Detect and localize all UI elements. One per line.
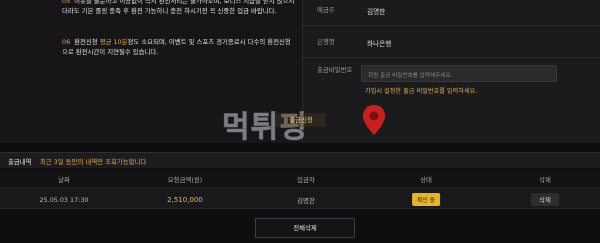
notice-item: 05 이유를 불문하고 이용없이 즉시 환전처리는 불가하오며, 보너스 지급을 … [62,0,296,16]
col-date: 날짜 [58,176,70,184]
delete-all-button[interactable]: 전체삭제 [255,218,355,238]
notice-highlight: 평균 10분 [99,38,128,46]
col-delete: 삭제 [539,176,551,184]
col-depositor: 입금자 [297,176,315,184]
row-date: 25.05.03 17:30 [39,196,89,204]
bank-label: 은행명 [317,38,335,46]
password-label: 출금비밀번호 [317,66,353,74]
notice-number: 05 [62,0,71,5]
password-row: 출금비밀번호 회원 출금 비밀번호를 입력해주세요. 가입시 설정한 출금 비밀… [303,58,600,104]
notice-item: 06 환전신청 평균 10분정도 소요되며, 이벤트 및 스포츠 경기종료시 다수… [62,38,296,57]
delete-row-button[interactable]: 삭제 [531,193,559,206]
col-amount: 요청금액(원) [167,176,203,184]
table-row: 25.05.03 17:30 2,510,000 김명한 확인 중 삭제 [0,187,600,209]
row-depositor: 김명한 [297,197,315,205]
bank-row: 은행명 하나은행 [303,26,600,58]
bank-value: 하나은행 [367,40,392,48]
row-amount: 2,510,000 [167,196,203,204]
status-badge: 확인 중 [412,193,440,206]
withdraw-password-input[interactable]: 회원 출금 비밀번호를 입력해주세요. [361,65,557,82]
depositor-row: 예금주 김명한 [303,0,600,26]
notice-text: 환전신청 [74,38,100,46]
history-title: 출금내역 [8,158,32,166]
withdraw-apply-button[interactable]: 출금신청 [276,113,326,127]
history-header: 출금내역 최근 3일 동안의 내역만 조회가능합니다 [0,152,600,168]
history-table-header: 날짜 요청금액(원) 입금자 상태 삭제 [0,170,600,186]
notice-number: 06 [62,38,71,46]
history-subtitle: 최근 3일 동안의 내역만 조회가능합니다 [40,158,147,166]
map-pin-icon [363,105,385,135]
col-status: 상태 [420,176,432,184]
notice-text: 이유를 불문하고 이용없이 즉시 환전처리는 불가하오며, 보너스 지급을 받지… [62,0,295,15]
depositor-label: 예금주 [317,6,335,14]
depositor-value: 김명한 [367,8,386,16]
password-hint: 가입시 설정한 출금 비밀번호를 입력하세요. [365,88,478,95]
